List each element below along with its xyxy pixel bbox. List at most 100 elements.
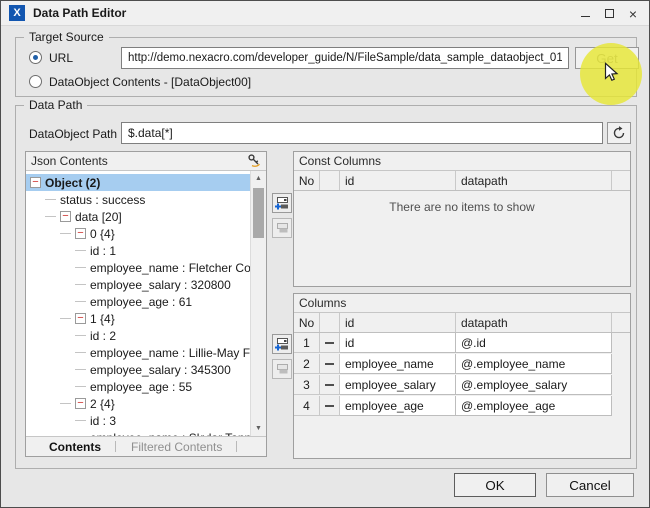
cell-id: employee_salary (340, 375, 456, 395)
maximize-icon (605, 9, 614, 18)
tree-collapse-icon[interactable]: − (75, 228, 86, 239)
scroll-up-button[interactable]: ▲ (251, 171, 266, 186)
cell-trailing (612, 375, 630, 395)
cell-id: id (340, 333, 456, 353)
minimize-button[interactable] (573, 2, 597, 25)
tree-scrollbar[interactable]: ▲ ▼ (250, 171, 266, 436)
column-header-blank (612, 313, 630, 332)
tree-item[interactable]: employee_name : Fletcher Connolly (26, 259, 250, 276)
refresh-button[interactable] (607, 122, 631, 144)
columns-header: Columns (294, 294, 630, 313)
tree-connector (45, 199, 56, 200)
row-handle[interactable] (320, 396, 340, 416)
column-header-No: No (294, 313, 320, 332)
tree-collapse-icon[interactable]: − (75, 398, 86, 409)
dataobject-contents-radio-label[interactable]: DataObject Contents - [DataObject00] (49, 75, 251, 89)
data-path-group-label: Data Path (24, 98, 87, 112)
tree-item-label: status : success (60, 193, 145, 207)
columns-row[interactable]: 3employee_salary@.employee_salary (294, 375, 630, 395)
columns-remove-button[interactable] (272, 359, 292, 379)
row-handle-icon (325, 342, 334, 344)
tree-item[interactable]: −Object (2) (26, 174, 250, 191)
scrollbar-thumb[interactable] (253, 188, 264, 238)
refresh-icon (612, 126, 626, 140)
scroll-down-button[interactable]: ▼ (251, 421, 266, 436)
columns-row[interactable]: 1id@.id (294, 333, 630, 353)
url-radio-label[interactable]: URL (49, 51, 73, 65)
tree-item[interactable]: −2 {4} (26, 395, 250, 412)
nexacro-logo-icon: X (9, 5, 25, 21)
tab-filtered-contents[interactable]: Filtered Contents (116, 437, 237, 456)
tree-item-label: data [20] (75, 210, 122, 224)
tree-connector (60, 318, 71, 319)
titlebar[interactable]: X Data Path Editor × (1, 1, 649, 26)
tree-item[interactable]: employee_salary : 345300 (26, 361, 250, 378)
tree-item-label: employee_salary : 345300 (90, 363, 231, 377)
cell-no: 4 (294, 396, 320, 416)
cursor-icon (600, 61, 622, 86)
remove-row-icon-disabled (274, 220, 290, 236)
tree-item[interactable]: id : 3 (26, 412, 250, 429)
columns-add-button[interactable] (272, 334, 292, 354)
tree-collapse-icon[interactable]: − (60, 211, 71, 222)
tree-connector (75, 250, 86, 251)
close-button[interactable]: × (621, 2, 645, 25)
tree-item[interactable]: employee_age : 61 (26, 293, 250, 310)
cell-datapath: @.employee_name (456, 354, 612, 374)
maximize-button[interactable] (597, 2, 621, 25)
const-columns-remove-button[interactable] (272, 218, 292, 238)
tree-item-label: employee_age : 55 (90, 380, 192, 394)
columns-row[interactable]: 4employee_age@.employee_age (294, 396, 630, 416)
cell-no: 2 (294, 354, 320, 374)
json-contents-title: Json Contents (31, 154, 108, 168)
const-columns-grid-header: Noiddatapath (294, 171, 630, 191)
tree-item[interactable]: status : success (26, 191, 250, 208)
empty-message: There are no items to show (294, 191, 630, 214)
tab-contents[interactable]: Contents (34, 437, 116, 456)
columns-panel: Columns Noiddatapath 1id@.id2employee_na… (293, 293, 631, 459)
tree-item[interactable]: −1 {4} (26, 310, 250, 327)
dataobject-path-input[interactable] (121, 122, 603, 144)
tree-item-label: Object (2) (45, 176, 100, 190)
const-columns-grid-body[interactable]: There are no items to show (294, 191, 630, 286)
tree-item[interactable]: employee_name : Lillie-May Fuller (26, 344, 250, 361)
const-columns-add-button[interactable] (272, 193, 292, 213)
tree-item[interactable]: employee_age : 55 (26, 378, 250, 395)
remove-row-icon-disabled (274, 361, 290, 377)
row-handle[interactable] (320, 375, 340, 395)
target-source-group-label: Target Source (24, 30, 109, 44)
tree-collapse-icon[interactable]: − (30, 177, 41, 188)
tree-item[interactable]: id : 1 (26, 242, 250, 259)
cell-trailing (612, 354, 630, 374)
tree-item[interactable]: id : 2 (26, 327, 250, 344)
column-header-blank (320, 171, 340, 190)
cell-datapath: @.employee_salary (456, 375, 612, 395)
row-handle-icon (325, 384, 334, 386)
tree-item[interactable]: −data [20] (26, 208, 250, 225)
ok-button[interactable]: OK (454, 473, 536, 497)
columns-row[interactable]: 2employee_name@.employee_name (294, 354, 630, 374)
tree-connector (45, 216, 56, 217)
const-columns-panel: Const Columns Noiddatapath There are no … (293, 151, 631, 287)
tree-item-label: 2 {4} (90, 397, 115, 411)
json-contents-panel: Json Contents −Object (2)status : succes… (25, 151, 267, 457)
window-controls: × (573, 1, 645, 26)
url-input[interactable] (121, 47, 569, 69)
url-radio[interactable] (29, 51, 42, 64)
dataobject-contents-radio[interactable] (29, 75, 42, 88)
tree-collapse-icon[interactable]: − (75, 313, 86, 324)
tree-item[interactable]: employee_salary : 320800 (26, 276, 250, 293)
tree-item-label: employee_salary : 320800 (90, 278, 231, 292)
tree-item[interactable]: employee_name : Skylar Tanner (26, 429, 250, 436)
key-icon[interactable] (247, 153, 261, 170)
columns-grid-header: Noiddatapath (294, 313, 630, 333)
tree-connector (75, 420, 86, 421)
row-handle[interactable] (320, 354, 340, 374)
json-contents-header: Json Contents (26, 152, 266, 171)
cancel-button[interactable]: Cancel (546, 473, 634, 497)
tree-connector (75, 267, 86, 268)
tree-connector (75, 386, 86, 387)
tree-item[interactable]: −0 {4} (26, 225, 250, 242)
row-handle[interactable] (320, 333, 340, 353)
dataobject-path-label: DataObject Path (29, 127, 117, 141)
